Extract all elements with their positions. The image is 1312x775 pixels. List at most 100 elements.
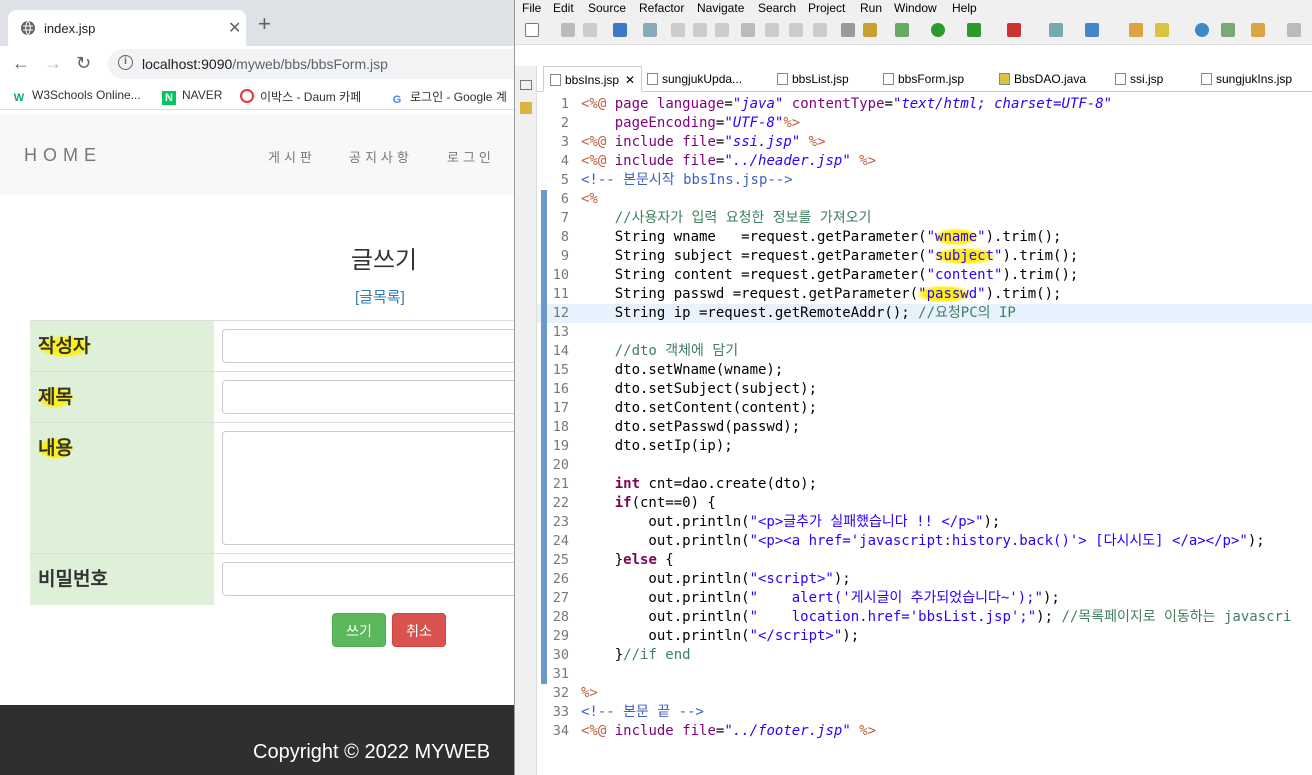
menu-refactor[interactable]: Refactor [639, 1, 684, 15]
step-over-icon[interactable] [789, 23, 803, 37]
writer-input[interactable] [222, 329, 514, 363]
code-line: <!-- 본문 끝 --> [581, 704, 704, 720]
tab-bbsins[interactable]: bbsIns.jsp ✕ [543, 66, 643, 92]
tab-sungjukupdate[interactable]: sungjukUpda... [647, 72, 742, 86]
package-explorer-icon[interactable] [520, 102, 532, 114]
site-brand[interactable]: HOME [24, 145, 102, 166]
search-icon[interactable] [1155, 23, 1169, 37]
run-icon[interactable] [931, 23, 945, 37]
w3schools-icon: W [13, 92, 25, 104]
forward-icon[interactable]: → [44, 53, 62, 74]
bookmark-w3schools[interactable]: W W3Schools Online... [12, 88, 141, 105]
browser-icon[interactable] [1195, 23, 1209, 37]
info-icon[interactable]: i [118, 55, 133, 70]
code-line: out.println("<p>글추가 실패했습니다 !! </p>"); [581, 514, 1001, 530]
menu-search[interactable]: Search [758, 1, 796, 15]
menu-source[interactable]: Source [588, 1, 626, 15]
browser-tab[interactable]: index.jsp ✕ [8, 10, 246, 46]
external-tools-icon[interactable] [1007, 23, 1021, 37]
terminate-icon[interactable] [715, 23, 729, 37]
debug-icon[interactable] [895, 23, 909, 37]
tab-bbsform[interactable]: bbsForm.jsp [883, 72, 964, 86]
new-icon[interactable] [525, 23, 539, 37]
close-tab-icon[interactable]: ✕ [228, 18, 241, 38]
code-line: out.println("<p><a href='javascript:hist… [581, 533, 1265, 549]
tab-ssi[interactable]: ssi.jsp [1115, 72, 1163, 86]
url-text[interactable]: localhost:9090/myweb/bbs/bbsForm.jsp [142, 56, 388, 72]
browser-tabstrip: index.jsp ✕ + [0, 0, 514, 46]
browser-window: index.jsp ✕ + ← → ↻ i localhost:9090/myw… [0, 0, 514, 775]
step-return-icon[interactable] [813, 23, 827, 37]
subject-label: 제목 [38, 387, 73, 408]
code-line: out.println("<script>"); [581, 571, 851, 587]
resume-icon[interactable] [671, 23, 685, 37]
copyright-text: Copyright © 2022 MYWEB [253, 741, 491, 763]
code-line: String passwd =request.getParameter("pas… [581, 286, 1062, 302]
bookmark-google[interactable]: G 로그인 - Google 계 [390, 88, 507, 107]
code-editor[interactable]: 1 <%@ page language="java" contentType="t… [537, 95, 1312, 775]
new-tab-icon[interactable]: + [258, 13, 271, 35]
nav-bbs[interactable]: 게시판 [268, 147, 316, 166]
suspend-icon[interactable] [693, 23, 707, 37]
new-class-icon[interactable] [1085, 23, 1099, 37]
cancel-button[interactable]: 취소 [392, 613, 446, 647]
editor-side-panel [515, 66, 537, 775]
nav-notice[interactable]: 공지사항 [349, 147, 413, 166]
pin-icon[interactable] [1221, 23, 1235, 37]
tab-sungjukins[interactable]: sungjukIns.jsp [1201, 72, 1292, 86]
new-server-icon[interactable] [1049, 23, 1063, 37]
code-line: if(cnt==0) { [614, 495, 716, 511]
code-line: out.println(" alert('게시글이 추가되었습니다~');"); [581, 590, 1060, 606]
reload-icon[interactable]: ↻ [76, 53, 91, 74]
coverage-icon[interactable] [841, 23, 855, 37]
code-line: }else { [581, 552, 674, 568]
open-type-icon[interactable] [1129, 23, 1143, 37]
step-into-icon[interactable] [765, 23, 779, 37]
menu-project[interactable]: Project [808, 1, 845, 15]
disconnect-icon[interactable] [741, 23, 755, 37]
code-line: int cnt=dao.create(dto); [614, 476, 818, 492]
next-annotation-icon[interactable] [1251, 23, 1265, 37]
back-icon[interactable]: ← [12, 53, 30, 74]
globe-icon [21, 20, 35, 36]
code-line: out.println("</script>"); [581, 628, 860, 644]
content-label: 내용 [38, 438, 73, 459]
close-tab-icon[interactable]: ✕ [625, 73, 635, 87]
bookmark-daum[interactable]: 이박스 - Daum 카페 [240, 88, 361, 105]
write-form: 작성자 제목 내용 비밀번호 [30, 320, 514, 605]
code-line: %> [581, 685, 598, 701]
skip-breakpoints-icon[interactable] [643, 23, 657, 37]
menu-navigate[interactable]: Navigate [697, 1, 744, 15]
tab-bbsdao[interactable]: BbsDAO.java [999, 72, 1086, 86]
address-bar-row: ← → ↻ i localhost:9090/myweb/bbs/bbsForm… [0, 46, 514, 82]
list-link[interactable]: [글목록] [355, 286, 405, 307]
editor-tabs: bbsIns.jsp ✕ sungjukUpda... bbsList.jsp b… [537, 66, 1312, 92]
address-bar[interactable]: i localhost:9090/myweb/bbs/bbsForm.jsp [108, 49, 514, 79]
submit-button[interactable]: 쓰기 [332, 613, 386, 647]
save-icon[interactable] [561, 23, 575, 37]
menu-help[interactable]: Help [952, 1, 977, 15]
nav-login[interactable]: 로그인 [447, 147, 495, 166]
code-line: String wname =request.getParameter("wnam… [581, 229, 1062, 245]
terminal-icon[interactable] [613, 23, 627, 37]
password-input[interactable] [222, 562, 514, 597]
menu-run[interactable]: Run [860, 1, 882, 15]
save-all-icon[interactable] [583, 23, 597, 37]
subject-input[interactable] [222, 380, 514, 414]
tab-bbslist[interactable]: bbsList.jsp [777, 72, 849, 86]
code-line: dto.setPasswd(passwd); [581, 419, 801, 435]
run-last-icon[interactable] [967, 23, 981, 37]
code-line: out.println(" location.href='bbsList.jsp… [581, 609, 1292, 625]
content-textarea[interactable] [222, 431, 514, 545]
code-line: <%@ page language="java" contentType="te… [581, 96, 1113, 112]
code-line: dto.setSubject(subject); [581, 381, 818, 397]
bookmark-naver[interactable]: N NAVER [162, 88, 222, 105]
menu-window[interactable]: Window [894, 1, 937, 15]
restore-icon[interactable] [520, 80, 532, 90]
menu-edit[interactable]: Edit [553, 1, 574, 15]
code-line: dto.setIp(ip); [581, 438, 733, 454]
back-nav-icon[interactable] [1287, 23, 1301, 37]
build-icon[interactable] [863, 23, 877, 37]
code-line: String content =request.getParameter("co… [581, 267, 1079, 283]
menu-file[interactable]: File [522, 1, 541, 15]
